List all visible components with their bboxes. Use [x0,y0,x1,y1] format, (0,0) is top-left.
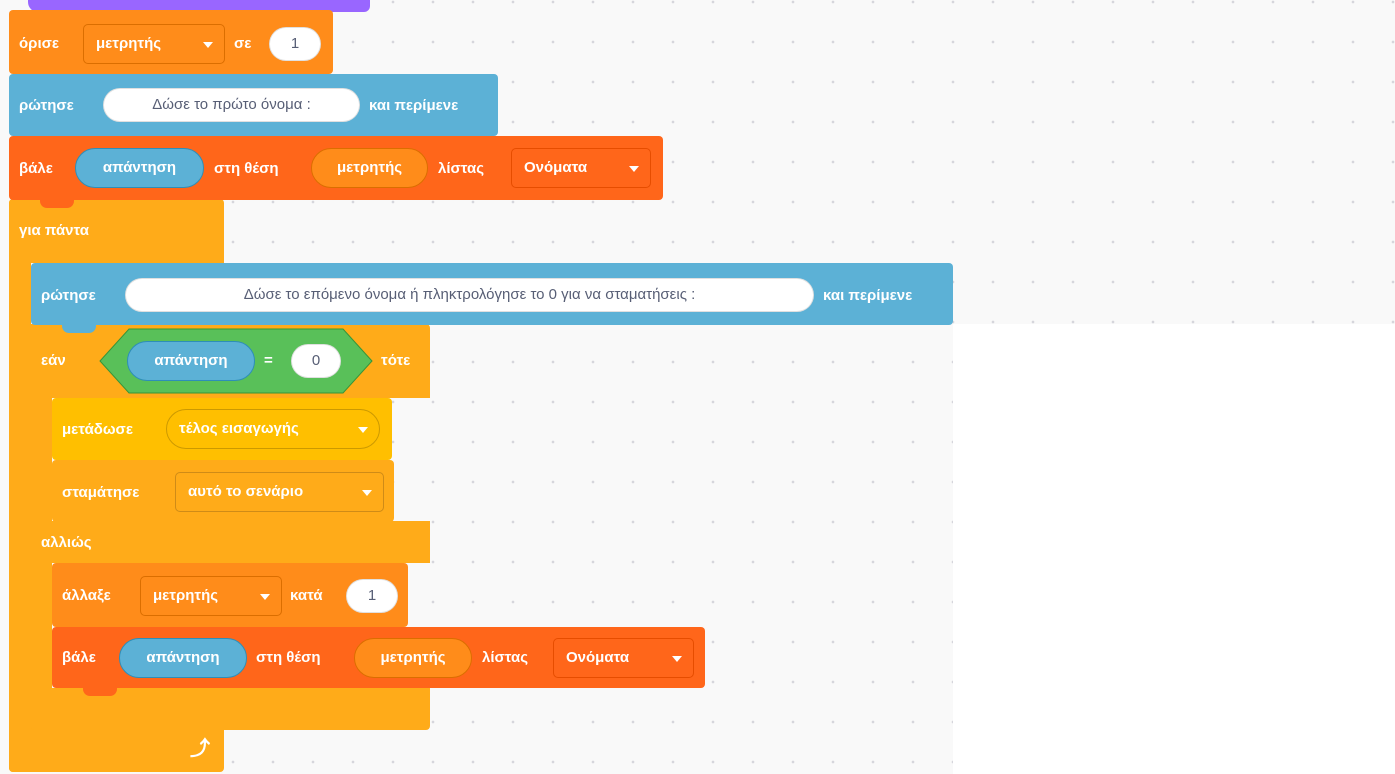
compare-value-input[interactable]: 0 [291,344,341,378]
change-label: άλλαξε [62,587,111,604]
answer-reporter[interactable]: απάντηση [75,148,204,188]
stop-option-label: αυτό το σενάριο [188,483,304,500]
wait-label: και περίμενε [369,97,459,114]
insert-label: βάλε [19,160,53,177]
list-dropdown[interactable]: Ονόματα [511,148,651,188]
answer-reporter[interactable]: απάντηση [119,638,247,678]
insert-label: βάλε [62,649,96,666]
loop-arrow-icon: ⤴ [190,738,210,760]
to-label: σε [234,35,252,52]
chevron-down-icon [260,594,270,600]
workspace-edge [953,324,1395,774]
list-dropdown-label: Ονόματα [566,649,630,666]
change-value-input[interactable]: 1 [346,579,398,613]
forever-label: για πάντα [19,222,90,239]
stop-label: σταμάτησε [62,484,140,501]
chevron-down-icon [358,427,368,433]
variable-dropdown[interactable]: μετρητής [140,576,282,616]
stop-option-dropdown[interactable]: αυτό το σενάριο [175,472,384,512]
else-label: αλλιώς [41,534,92,551]
at-position-label: στη θέση [214,160,279,177]
of-list-label: λίστας [482,649,529,666]
counter-reporter[interactable]: μετρητής [311,148,428,188]
list-dropdown-label: Ονόματα [524,159,588,176]
question-input[interactable]: Δώσε το πρώτο όνομα : [103,88,360,122]
question-input[interactable]: Δώσε το επόμενο όνομα ή πληκτρολόγησε το… [125,278,814,312]
set-value-input[interactable]: 1 [269,27,321,61]
answer-reporter[interactable]: απάντηση [127,341,255,381]
code-workspace[interactable]: για πάντα ⤴ εάν τότε αλλιώς απάντηση = 0… [0,0,1395,774]
if-label: εάν [41,352,66,369]
counter-reporter[interactable]: μετρητής [354,638,472,678]
set-label: όρισε [19,35,59,52]
at-position-label: στη θέση [256,649,321,666]
variable-dropdown-label: μετρητής [96,35,162,52]
variable-dropdown-label: μετρητής [153,587,219,604]
chevron-down-icon [203,42,213,48]
chevron-down-icon [629,166,639,172]
chevron-down-icon [672,656,682,662]
broadcast-label: μετάδωσε [62,421,133,438]
of-list-label: λίστας [438,160,485,177]
message-dropdown-label: τέλος εισαγωγής [179,420,299,437]
by-label: κατά [290,587,323,604]
then-label: τότε [381,352,411,369]
ask-label: ρώτησε [19,97,74,114]
message-dropdown[interactable]: τέλος εισαγωγής [166,409,380,449]
list-dropdown[interactable]: Ονόματα [553,638,694,678]
equals-sign: = [264,352,273,369]
wait-label: και περίμενε [823,287,913,304]
variable-dropdown[interactable]: μετρητής [83,24,225,64]
chevron-down-icon [362,490,372,496]
ask-label: ρώτησε [41,287,96,304]
